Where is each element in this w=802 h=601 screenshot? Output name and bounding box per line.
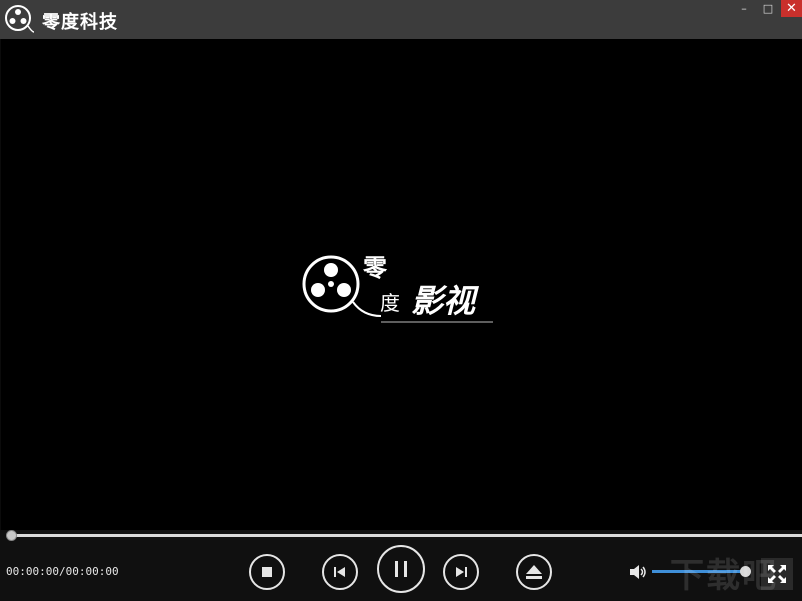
next-icon	[456, 567, 467, 577]
minimize-icon: –	[741, 2, 747, 15]
eject-button[interactable]	[516, 554, 552, 590]
pause-button[interactable]	[377, 545, 425, 593]
brand-char-1: 零	[362, 254, 388, 282]
close-button[interactable]: ✕	[781, 0, 802, 17]
watermark: 下载吧	[670, 556, 778, 596]
seek-handle[interactable]	[6, 530, 17, 541]
minimize-button[interactable]: –	[732, 0, 756, 17]
time-display: 00:00:00/00:00:00	[6, 565, 119, 578]
seek-bar[interactable]	[8, 534, 802, 537]
stop-button[interactable]	[249, 554, 285, 590]
video-area[interactable]: 零 度 影视	[0, 39, 802, 530]
previous-button[interactable]	[322, 554, 358, 590]
stop-icon	[262, 567, 272, 577]
app-title: 零度科技	[42, 12, 118, 33]
previous-icon	[334, 567, 345, 577]
pause-icon	[395, 561, 407, 577]
close-icon: ✕	[786, 1, 797, 16]
brand-logo: 零 度 影视	[302, 254, 493, 323]
next-button[interactable]	[443, 554, 479, 590]
eject-icon	[526, 565, 542, 579]
speaker-icon[interactable]	[628, 564, 648, 580]
film-reel-icon	[5, 5, 34, 33]
maximize-icon: □	[762, 2, 774, 15]
title-bar: 零度科技 – □ ✕	[0, 0, 802, 39]
maximize-button[interactable]: □	[756, 0, 780, 17]
brand-char-2: 度	[380, 291, 400, 315]
brand-name: 影视	[411, 282, 480, 320]
